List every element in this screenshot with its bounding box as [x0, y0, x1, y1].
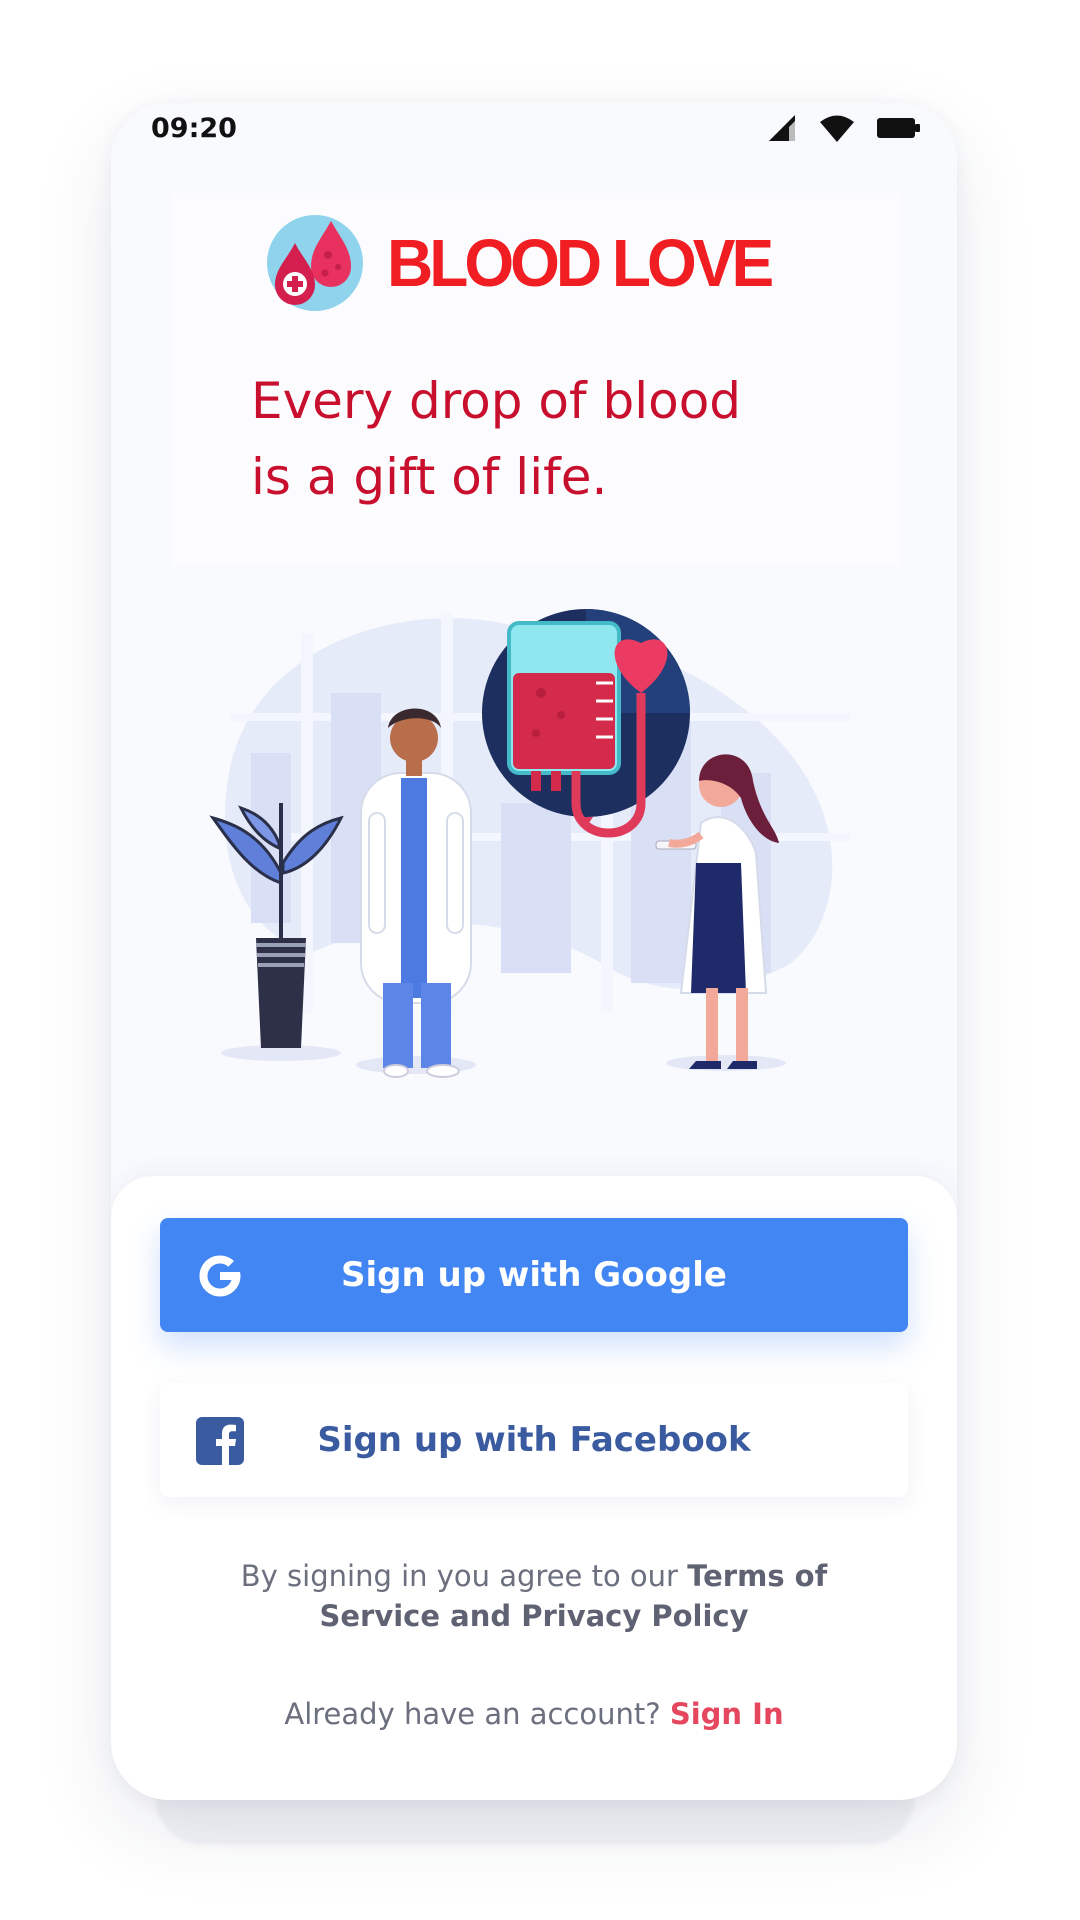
tagline: Every drop of blood is a gift of life.	[251, 363, 871, 515]
logo-row: BLOOD LOVE	[265, 213, 774, 313]
doctors-blood-donation-illustration	[209, 609, 851, 1078]
status-time: 09:20	[151, 113, 237, 144]
google-signup-button[interactable]: Sign up with Google	[160, 1218, 908, 1332]
signal-icon	[769, 115, 795, 141]
screen: 09:20 BLOOD LOVE Every drop of blood is …	[0, 0, 1080, 1920]
status-bar: 09:20	[111, 103, 957, 183]
facebook-icon	[196, 1417, 244, 1465]
wifi-icon	[820, 115, 854, 142]
blood-drops-logo-icon	[267, 215, 363, 311]
signin-link[interactable]: Sign In	[670, 1697, 784, 1731]
terms-notice: By signing in you agree to our Terms of …	[201, 1556, 867, 1636]
tagline-line-2: is a gift of life.	[251, 448, 608, 506]
brand-name: BLOOD LOVE	[387, 225, 774, 301]
google-signup-label: Sign up with Google	[341, 1255, 727, 1295]
header-card: BLOOD LOVE Every drop of blood is a gift…	[173, 193, 901, 565]
signin-prompt: Already have an account? Sign In	[111, 1697, 957, 1731]
status-icons	[767, 113, 921, 143]
phone-frame: 09:20 BLOOD LOVE Every drop of blood is …	[111, 103, 957, 1800]
account-prompt: Already have an account?	[284, 1697, 661, 1731]
signup-sheet: Sign up with Google Sign up with Faceboo…	[111, 1176, 957, 1800]
tagline-line-1: Every drop of blood	[251, 372, 742, 430]
google-icon	[199, 1255, 241, 1297]
facebook-signup-button[interactable]: Sign up with Facebook	[160, 1383, 908, 1497]
battery-icon	[877, 118, 920, 138]
terms-prefix: By signing in you agree to our	[240, 1559, 688, 1593]
facebook-signup-label: Sign up with Facebook	[317, 1420, 751, 1460]
